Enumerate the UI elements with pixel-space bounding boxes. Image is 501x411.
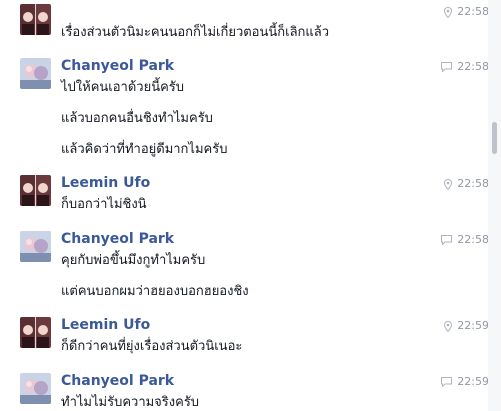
sender-avatar[interactable] — [20, 175, 51, 206]
message-meta: 22:58 — [444, 3, 489, 21]
timestamp: 22:58 — [457, 233, 489, 246]
message-text: แล้วคิดว่าที่ทำอยู่ดีมากไมครับ — [61, 142, 228, 157]
chanyeol-avatar — [20, 58, 51, 89]
message-meta: 22:58 — [441, 231, 489, 249]
timestamp: 22:59 — [457, 375, 489, 388]
sender-name[interactable]: Chanyeol Park — [61, 57, 174, 75]
message-text: เรื่องส่วนตัวนิมะคนนอกก็ไม่เกี่ยวตอนนี้ก… — [61, 25, 330, 40]
sender-avatar[interactable] — [20, 4, 51, 35]
message-text: คุยกับพ่อขึ้นมึงกูทำไมครับ — [61, 253, 206, 268]
message-meta: 22:59 — [444, 317, 489, 335]
location-pin-icon — [444, 320, 453, 332]
timestamp: 22:58 — [457, 60, 489, 73]
leemin-avatar — [20, 317, 51, 348]
leemin-avatar — [20, 175, 51, 206]
message-text: ทำไมไม่รับความจริงครับ — [61, 395, 200, 410]
location-pin-icon — [444, 178, 453, 190]
sender-name[interactable]: Chanyeol Park — [61, 230, 174, 248]
sender-name[interactable]: Leemin Ufo — [61, 316, 150, 334]
chat-bubble-icon — [441, 377, 453, 387]
scrollbar[interactable] — [488, 0, 501, 411]
sender-avatar[interactable] — [20, 231, 51, 262]
chat-bubble-icon — [441, 235, 453, 245]
message-meta: 22:58 — [444, 175, 489, 193]
message-text: ก็บอกว่าไม่ชิงนิ — [61, 197, 147, 212]
timestamp: 22:58 — [457, 5, 489, 18]
chat-thread[interactable]: เรื่องส่วนตัวนิมะคนนอกก็ไม่เกี่ยวตอนนี้ก… — [0, 0, 501, 411]
message-meta: 22:59 — [441, 373, 489, 391]
message-text: ก็ดีกว่าคนที่ยุ่งเรื่องส่วนตัวนิเนอะ — [61, 339, 243, 354]
sender-avatar[interactable] — [20, 317, 51, 348]
message-text: แต่คนบอกผมว่าฮยองบอกฮยองชิง — [61, 284, 249, 299]
leemin-avatar — [20, 4, 51, 35]
sender-avatar[interactable] — [20, 58, 51, 89]
sender-name[interactable]: Leemin Ufo — [61, 174, 150, 192]
chanyeol-avatar — [20, 231, 51, 262]
location-pin-icon — [444, 6, 453, 18]
message-meta: 22:58 — [441, 58, 489, 76]
sender-name[interactable]: Chanyeol Park — [61, 372, 174, 390]
message-text: แล้วบอกคนอื่นชิงทำไมครับ — [61, 111, 213, 126]
scrollbar-thumb[interactable] — [492, 122, 497, 154]
timestamp: 22:59 — [457, 319, 489, 332]
sender-avatar[interactable] — [20, 373, 51, 404]
chat-bubble-icon — [441, 62, 453, 72]
message-text: ไปให้คนเอาด้วยนี้ครับ — [61, 80, 185, 95]
chanyeol-avatar — [20, 373, 51, 404]
timestamp: 22:58 — [457, 177, 489, 190]
